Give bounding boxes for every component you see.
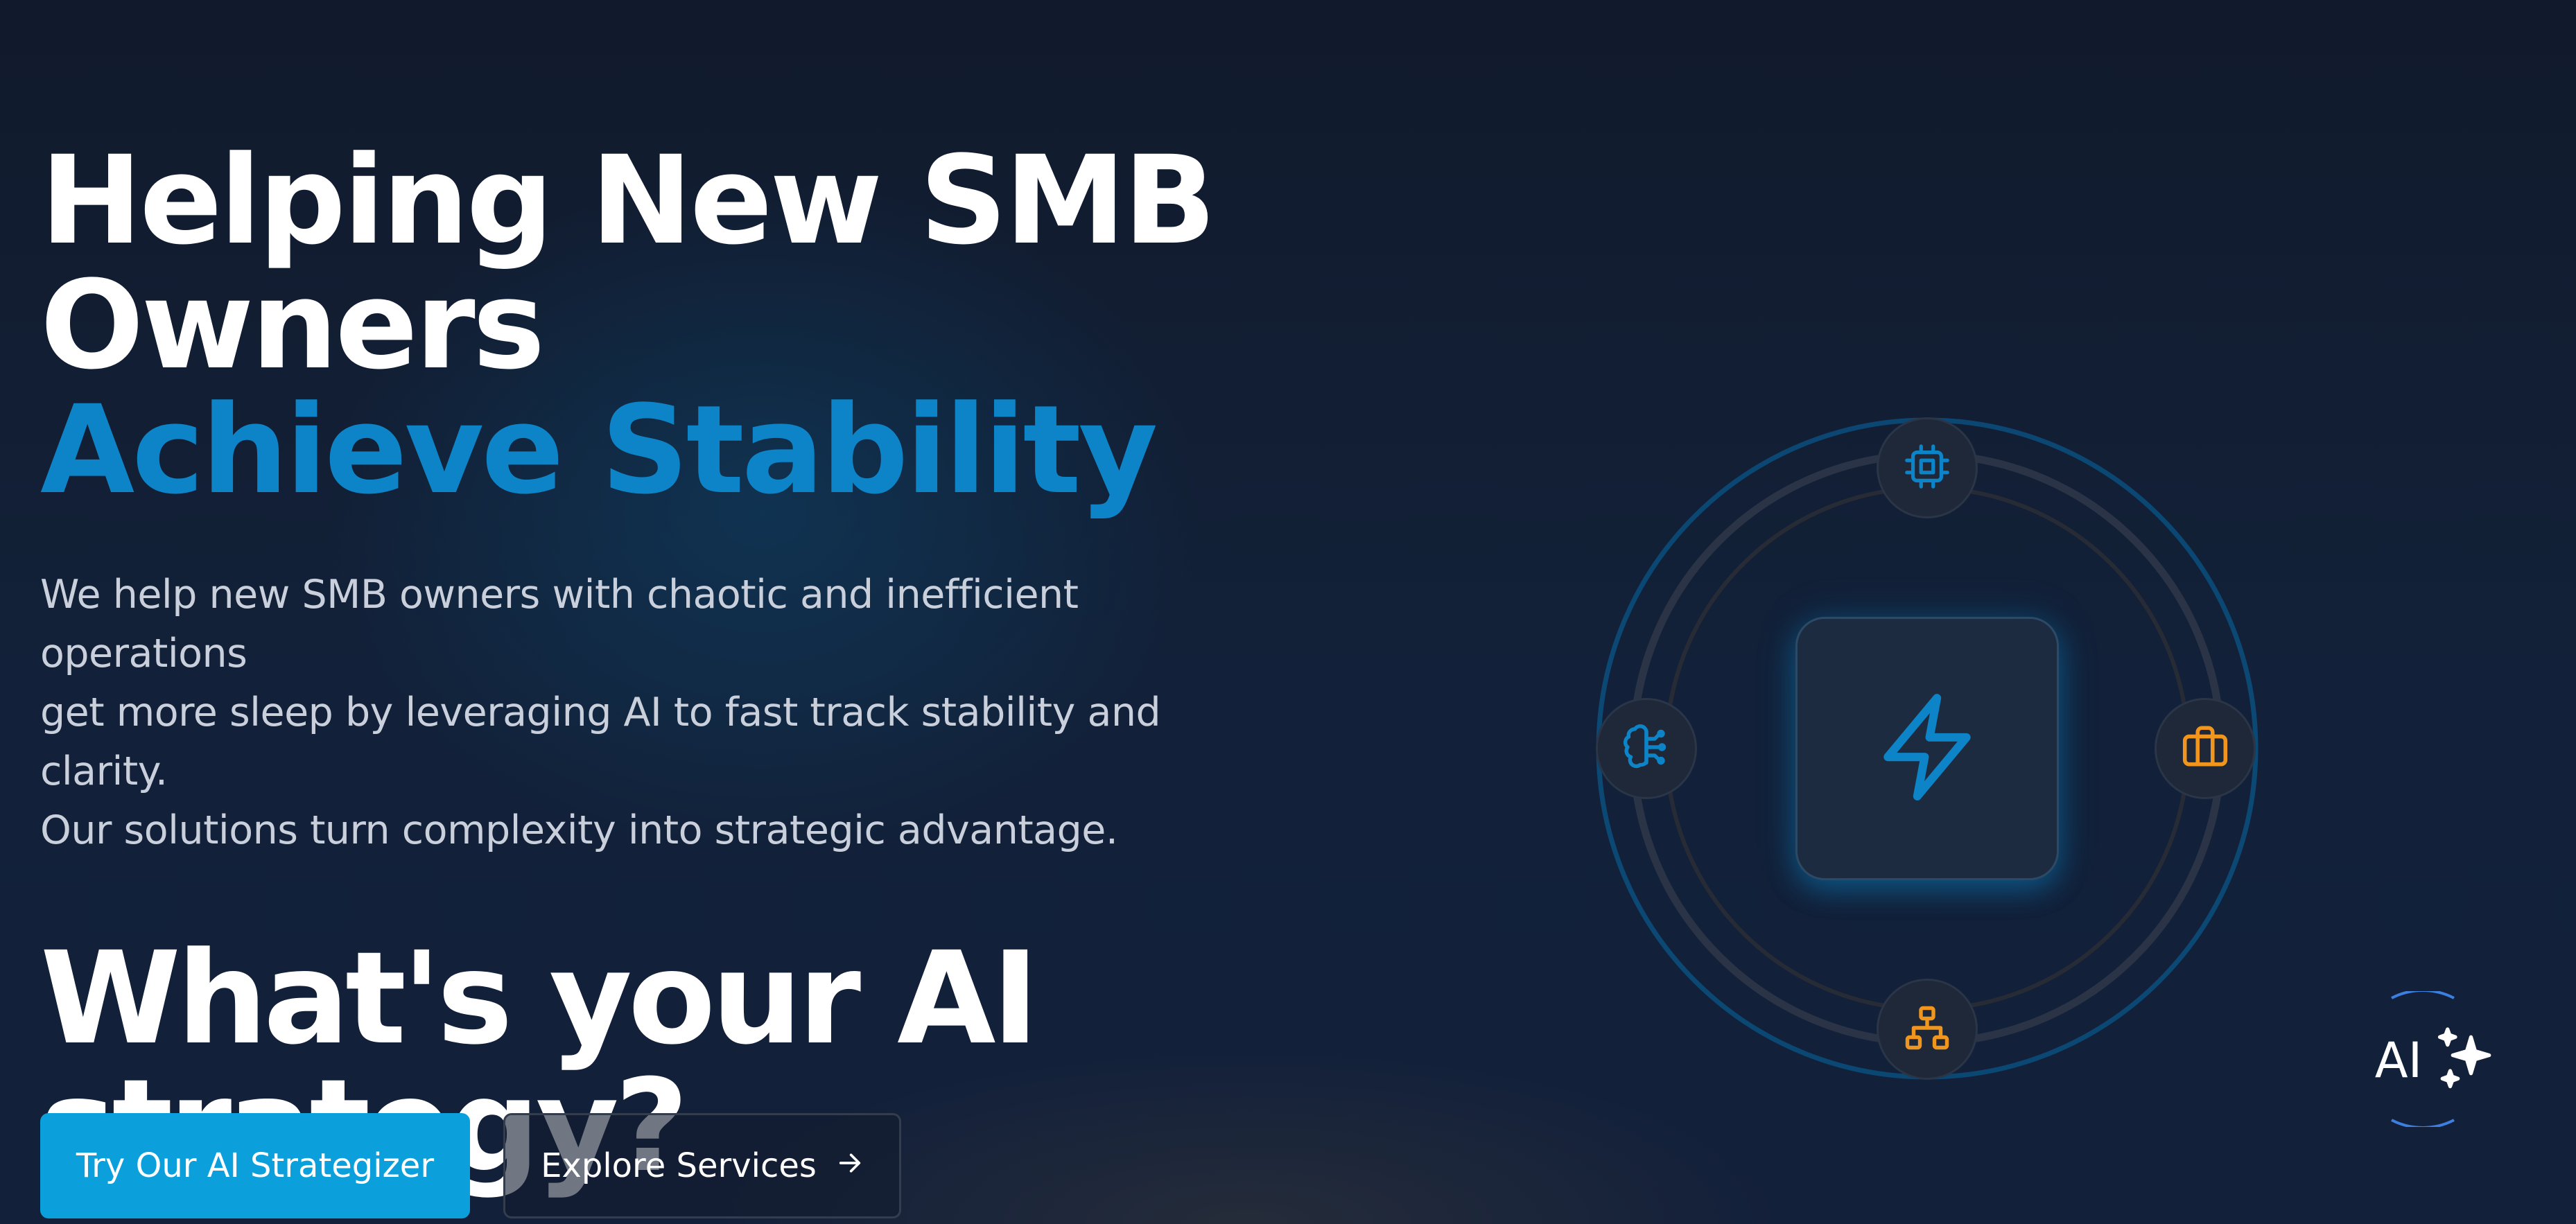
description-line-2: get more sleep by leveraging AI to fast … bbox=[40, 690, 1161, 794]
arrow-right-icon bbox=[836, 1146, 864, 1185]
hero-headline: Helping New SMB Owners Achieve Stability bbox=[40, 139, 1357, 513]
hero-description: We help new SMB owners with chaotic and … bbox=[40, 566, 1274, 860]
headline-accent: Achieve Stability bbox=[40, 379, 1158, 521]
node-briefcase bbox=[2155, 698, 2256, 799]
ai-orbit-diagram bbox=[1594, 416, 2260, 1081]
node-sitemap bbox=[1877, 979, 1978, 1080]
briefcase-icon bbox=[2179, 722, 2231, 776]
ai-assistant-button[interactable]: AI bbox=[2343, 991, 2503, 1127]
explore-services-label: Explore Services bbox=[541, 1146, 817, 1185]
description-line-1: We help new SMB owners with chaotic and … bbox=[40, 572, 1079, 676]
headline-line-2: Owners bbox=[40, 254, 545, 396]
explore-services-button[interactable]: Explore Services bbox=[503, 1113, 901, 1218]
sitemap-icon bbox=[1902, 1003, 1952, 1056]
node-cpu bbox=[1877, 417, 1978, 518]
headline-line-1: Helping New SMB bbox=[40, 130, 1216, 272]
brain-icon bbox=[1621, 722, 1671, 775]
center-core bbox=[1795, 617, 2059, 880]
try-ai-strategizer-label: Try Our AI Strategizer bbox=[76, 1146, 435, 1185]
lightning-bolt-icon bbox=[1868, 681, 1986, 816]
strategy-line-1: What's your AI bbox=[40, 925, 1039, 1073]
description-line-3: Our solutions turn complexity into strat… bbox=[40, 807, 1118, 853]
hero-section: Helping New SMB Owners Achieve Stability… bbox=[40, 139, 1357, 1191]
node-brain bbox=[1596, 698, 1697, 799]
ai-badge-label: AI bbox=[2374, 1032, 2423, 1089]
try-ai-strategizer-button[interactable]: Try Our AI Strategizer bbox=[40, 1113, 470, 1218]
cpu-chip-icon bbox=[1903, 442, 1951, 493]
